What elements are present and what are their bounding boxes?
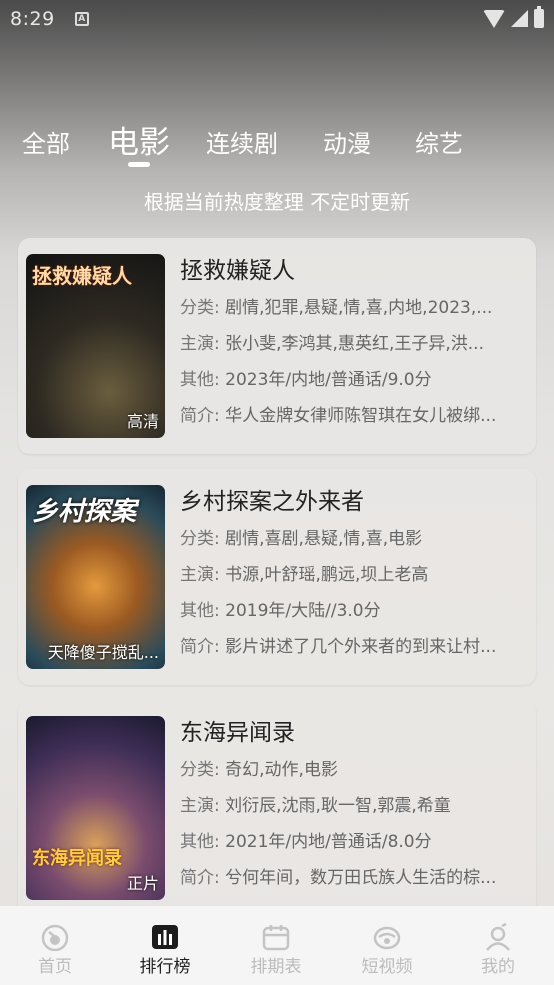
tab-all[interactable]: 全部 (22, 124, 70, 159)
movie-cast: 主演: 张小斐,李鸿其,惠英红,王子异,洪... (180, 334, 484, 354)
nav-schedule-label: 排期表 (250, 957, 302, 977)
poster-title-text: 拯救嫌疑人 (32, 264, 132, 288)
nav-home[interactable]: 首页 (0, 906, 110, 985)
tab-anime[interactable]: 动漫 (323, 124, 371, 159)
movie-poster[interactable]: 东海异闻录 正片 (26, 716, 165, 900)
movie-cast: 主演: 刘衍辰,沈雨,耿一智,郭震,希童 (180, 796, 451, 816)
tab-movie[interactable]: 电影 (108, 117, 170, 162)
short-video-icon (373, 926, 401, 950)
nav-ranking-label: 排行榜 (139, 957, 191, 977)
movie-info: 东海异闻录 分类: 奇幻,动作,电影 主演: 刘衍辰,沈雨,耿一智,郭震,希童 … (180, 714, 526, 896)
movie-card[interactable]: 拯救嫌疑人 高清 拯救嫌疑人 分类: 剧情,犯罪,悬疑,情,喜,内地,2023,… (18, 238, 536, 454)
wifi-icon (483, 9, 505, 28)
category-tabs: 全部 电影 连续剧 动漫 综艺 (0, 112, 554, 172)
profile-icon (486, 923, 510, 951)
nav-profile-label: 我的 (481, 957, 515, 977)
bottom-navigation: 首页 排行榜 排期表 短视频 我的 (0, 906, 554, 985)
nav-short-video[interactable]: 短视频 (332, 906, 442, 985)
ranking-icon (152, 925, 178, 949)
nav-home-label: 首页 (38, 957, 72, 977)
movie-info: 拯救嫌疑人 分类: 剧情,犯罪,悬疑,情,喜,内地,2023,... 主演: 张… (180, 252, 526, 434)
quality-badge: 天降傻子搅乱... (47, 643, 159, 662)
tab-variety[interactable]: 综艺 (415, 124, 463, 159)
movie-cast: 主演: 书源,叶舒瑶,鹏远,坝上老高 (180, 565, 429, 585)
movie-other: 其他: 2023年/内地/普通话/9.0分 (180, 370, 432, 390)
status-time: 8:29 (10, 8, 55, 30)
status-bar: 8:29 A (0, 0, 554, 38)
movie-poster[interactable]: 拯救嫌疑人 高清 (26, 254, 165, 438)
movie-title: 东海异闻录 (180, 720, 295, 746)
tab-series[interactable]: 连续剧 (206, 124, 278, 159)
quality-badge: 高清 (126, 412, 159, 431)
battery-icon (534, 6, 544, 28)
movie-category: 分类: 剧情,犯罪,悬疑,情,喜,内地,2023,... (180, 298, 493, 318)
movie-other: 其他: 2019年/大陆//3.0分 (180, 601, 381, 621)
signal-icon (511, 10, 528, 27)
movie-category: 分类: 剧情,喜剧,悬疑,情,喜,电影 (180, 529, 423, 549)
active-tab-indicator (128, 162, 150, 167)
home-icon (41, 924, 69, 951)
calendar-icon (262, 925, 290, 951)
poster-title-text: 乡村探案 (32, 497, 137, 527)
status-indicators (483, 6, 544, 28)
movie-info: 乡村探案之外来者 分类: 剧情,喜剧,悬疑,情,喜,电影 主演: 书源,叶舒瑶,… (180, 483, 526, 665)
nav-schedule[interactable]: 排期表 (221, 906, 331, 985)
movie-other: 其他: 2021年/内地/普通话/8.0分 (180, 832, 432, 852)
nav-ranking[interactable]: 排行榜 (110, 906, 220, 985)
movie-card[interactable]: 乡村探案 天降傻子搅乱... 乡村探案之外来者 分类: 剧情,喜剧,悬疑,情,喜… (18, 469, 536, 685)
ranking-subtitle: 根据当前热度整理 不定时更新 (143, 190, 411, 214)
movie-poster[interactable]: 乡村探案 天降傻子搅乱... (26, 485, 165, 669)
poster-title-text: 东海异闻录 (32, 848, 122, 869)
nav-profile[interactable]: 我的 (443, 906, 553, 985)
movie-intro: 简介: 华人金牌女律师陈智琪在女儿被绑... (180, 406, 497, 426)
movie-intro: 简介: 兮何年间，数万田氏族人生活的棕... (180, 868, 497, 888)
movie-title: 乡村探案之外来者 (180, 489, 364, 515)
movie-intro: 简介: 影片讲述了几个外来者的到来让村... (180, 637, 497, 657)
movie-card[interactable]: 东海异闻录 正片 东海异闻录 分类: 奇幻,动作,电影 主演: 刘衍辰,沈雨,耿… (18, 700, 536, 916)
notification-a-icon: A (74, 12, 89, 26)
quality-badge: 正片 (126, 874, 159, 893)
movie-title: 拯救嫌疑人 (180, 258, 295, 284)
nav-short-video-label: 短视频 (361, 957, 413, 977)
movie-category: 分类: 奇幻,动作,电影 (180, 760, 338, 780)
